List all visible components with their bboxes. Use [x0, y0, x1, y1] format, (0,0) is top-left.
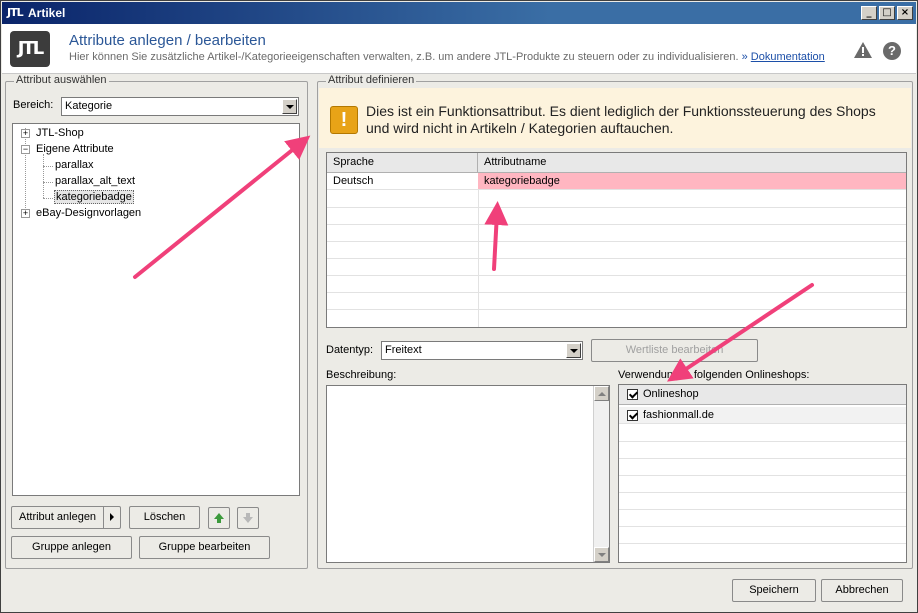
expand-icon[interactable]: +	[21, 129, 30, 138]
onlineshops-grid[interactable]: Onlineshop fashionmall.de	[618, 384, 907, 563]
jtl-logo: JTL	[10, 31, 50, 67]
gruppe-anlegen-button[interactable]: Gruppe anlegen	[11, 536, 132, 559]
app-logo-icon: JTL	[7, 6, 24, 19]
beschreibung-textarea[interactable]	[326, 385, 610, 563]
attributname-grid[interactable]: Sprache Attributname Deutsch kategorieba…	[326, 152, 907, 328]
group-label: Attribut auswählen	[14, 74, 109, 86]
minimize-button[interactable]: _	[861, 6, 877, 20]
chevron-down-icon[interactable]	[566, 343, 581, 358]
chevron-down-icon[interactable]	[282, 99, 297, 114]
title-bar[interactable]: JTL Artikel _ □ ×	[2, 2, 916, 24]
gruppe-bearbeiten-button[interactable]: Gruppe bearbeiten	[139, 536, 270, 559]
tree-item-parallax[interactable]: parallax	[55, 159, 94, 171]
cell-sprache[interactable]: Deutsch	[327, 173, 478, 190]
info-banner: ! Dies ist ein Funktionsattribut. Es die…	[319, 88, 911, 148]
warning-icon[interactable]	[854, 42, 872, 58]
loeschen-button[interactable]: Löschen	[129, 506, 200, 529]
help-icon[interactable]: ?	[883, 42, 901, 60]
documentation-link[interactable]: Dokumentation	[751, 51, 825, 63]
select-all-checkbox[interactable]	[627, 389, 638, 400]
bereich-label: Bereich:	[13, 99, 54, 111]
exclamation-icon: !	[330, 106, 358, 134]
datentyp-select[interactable]: Freitext	[381, 341, 583, 360]
attribute-tree[interactable]: + JTL-Shop − Eigene Attribute parallax p…	[12, 123, 300, 496]
group-label: Attribut definieren	[326, 74, 417, 86]
collapse-icon[interactable]: −	[21, 145, 30, 154]
link-prefix: »	[741, 51, 748, 63]
scroll-down-icon[interactable]	[594, 547, 609, 562]
shop-name: fashionmall.de	[643, 409, 714, 421]
artikel-window: JTL Artikel _ □ × JTL Attribute anlegen …	[0, 0, 918, 613]
page-subtitle: Hier können Sie zusätzliche Artikel-/Kat…	[69, 51, 825, 63]
onlineshops-label: Verwendung in folgenden Onlineshops:	[618, 369, 810, 381]
window-title: Artikel	[28, 6, 66, 20]
column-header-sprache[interactable]: Sprache	[327, 153, 478, 173]
info-text: Dies ist ein Funktionsattribut. Es dient…	[366, 103, 876, 136]
bereich-select[interactable]: Kategorie	[61, 97, 299, 116]
expand-icon[interactable]: +	[21, 209, 30, 218]
column-header-attributname[interactable]: Attributname	[478, 153, 906, 173]
tree-item-kategoriebadge[interactable]: kategoriebadge	[54, 190, 134, 204]
abbrechen-button[interactable]: Abbrechen	[821, 579, 903, 602]
maximize-button[interactable]: □	[879, 6, 895, 20]
attribut-anlegen-button[interactable]: Attribut anlegen	[11, 506, 121, 529]
beschreibung-label: Beschreibung:	[326, 369, 397, 381]
wertliste-bearbeiten-button[interactable]: Wertliste bearbeiten	[591, 339, 758, 362]
tree-item-parallax-alt-text[interactable]: parallax_alt_text	[55, 175, 135, 187]
move-down-button[interactable]	[237, 507, 259, 529]
header-label: Onlineshop	[643, 388, 699, 400]
scrollbar[interactable]	[593, 386, 609, 562]
tree-item-ebay-designvorlagen[interactable]: eBay-Designvorlagen	[36, 207, 141, 219]
speichern-button[interactable]: Speichern	[732, 579, 816, 602]
tree-item-eigene-attribute[interactable]: Eigene Attribute	[36, 143, 114, 155]
page-header: JTL Attribute anlegen / bearbeiten Hier …	[2, 24, 916, 74]
datentyp-value: Freitext	[385, 344, 422, 356]
triangle-right-icon[interactable]	[103, 507, 120, 528]
move-up-button[interactable]	[208, 507, 230, 529]
shop-row[interactable]: fashionmall.de	[619, 407, 906, 424]
close-button[interactable]: ×	[897, 6, 913, 20]
column-header-onlineshop[interactable]: Onlineshop	[619, 385, 906, 405]
cell-attributname[interactable]: kategoriebadge	[478, 173, 906, 190]
shop-checkbox[interactable]	[627, 410, 638, 421]
datentyp-label: Datentyp:	[326, 344, 374, 356]
subtitle-text: Hier können Sie zusätzliche Artikel-/Kat…	[69, 51, 739, 63]
attribut-anlegen-label: Attribut anlegen	[19, 511, 97, 523]
scroll-up-icon[interactable]	[594, 386, 609, 401]
arrow-down-icon	[243, 513, 253, 523]
arrow-up-icon	[214, 513, 224, 523]
bereich-value: Kategorie	[65, 100, 113, 112]
page-title: Attribute anlegen / bearbeiten	[69, 32, 266, 49]
tree-item-jtl-shop[interactable]: JTL-Shop	[36, 127, 84, 139]
